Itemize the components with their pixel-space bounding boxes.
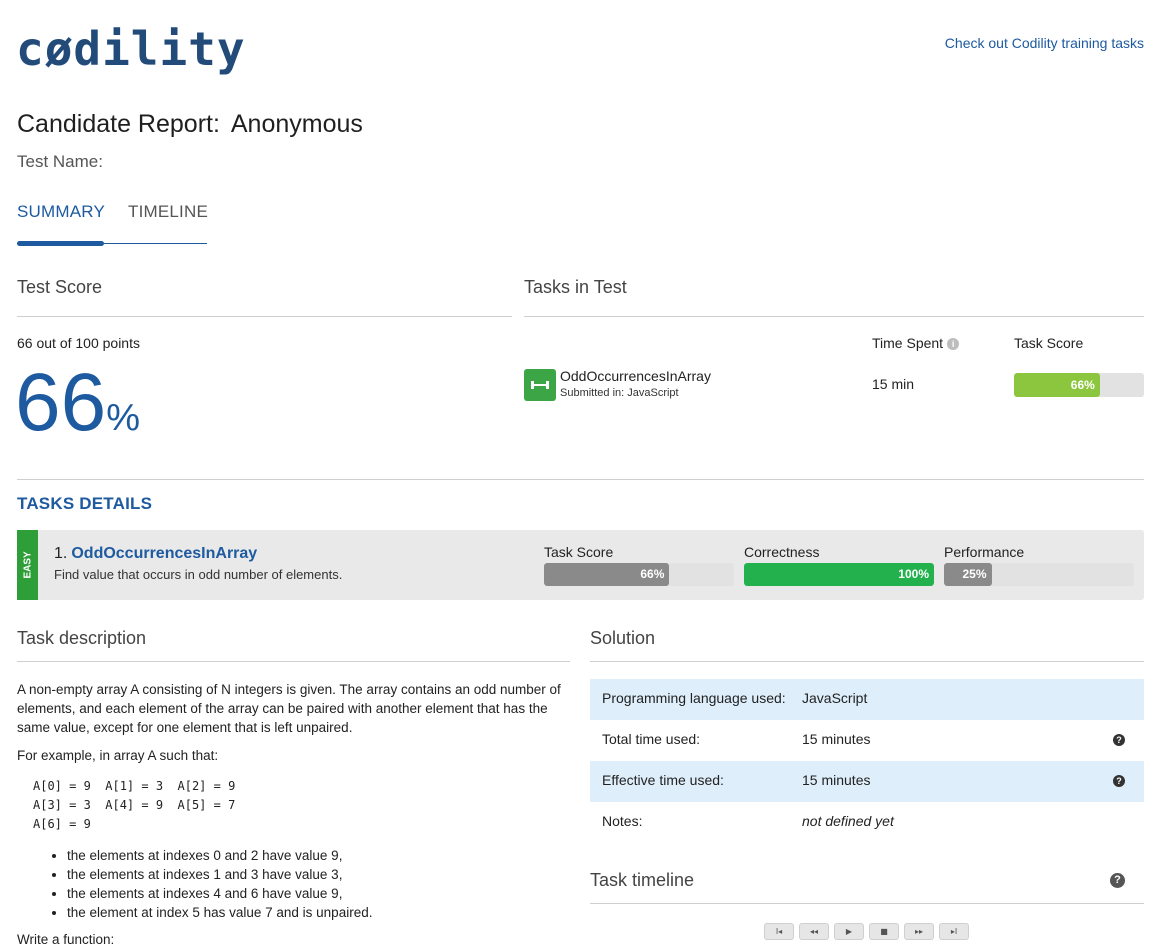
solution-heading: Solution xyxy=(590,628,656,648)
percent-sign: % xyxy=(106,397,141,439)
tasks-in-test-heading: Tasks in Test xyxy=(524,277,627,297)
row-value: 15 minutes xyxy=(802,772,871,788)
rewind-button[interactable]: ◂◂ xyxy=(799,923,829,940)
tab-summary[interactable]: SUMMARY xyxy=(17,202,105,222)
task-time-spent: 15 min xyxy=(872,376,915,392)
task-name[interactable]: OddOccurrencesInArray xyxy=(560,368,711,384)
info-icon[interactable]: i xyxy=(947,338,960,350)
task-detail-description: Find value that occurs in odd number of … xyxy=(54,567,343,582)
detail-task-score-bar: 66% xyxy=(544,563,734,586)
task-timeline-heading: Task timeline xyxy=(590,870,695,890)
list-item: the elements at indexes 1 and 3 have val… xyxy=(67,865,570,884)
correctness-bar: 100% xyxy=(744,563,934,586)
correctness-label: Correctness xyxy=(744,544,820,560)
points-text: 66 out of 100 points xyxy=(17,335,140,351)
active-tab-indicator xyxy=(17,241,104,246)
report-tabs: SUMMARY TIMELINE xyxy=(17,202,208,246)
solution-row-total-time: Total time used: 15 minutes ? xyxy=(590,720,1144,761)
list-item: the elements at indexes 4 and 6 have val… xyxy=(67,884,570,903)
score-percent: 66% xyxy=(15,358,140,463)
correctness-fill: 100% xyxy=(744,563,934,586)
performance-fill: 25% xyxy=(944,563,992,586)
divider xyxy=(17,316,512,317)
divider xyxy=(17,479,1144,480)
tab-timeline[interactable]: TIMELINE xyxy=(128,202,208,222)
task-detail-link[interactable]: OddOccurrencesInArray xyxy=(71,545,257,562)
fast-forward-button[interactable]: ▸▸ xyxy=(904,923,934,940)
row-value: JavaScript xyxy=(802,690,868,706)
row-value: not defined yet xyxy=(802,813,894,829)
description-bullet-list: the elements at indexes 0 and 2 have val… xyxy=(67,846,570,922)
first-frame-button[interactable]: I◂ xyxy=(764,923,794,940)
description-paragraph: Write a function: xyxy=(17,932,115,945)
row-key: Effective time used: xyxy=(602,772,724,788)
divider xyxy=(524,316,1144,317)
training-tasks-link[interactable]: Check out Codility training tasks xyxy=(945,35,1144,51)
divider xyxy=(17,661,570,662)
task-number: 1. xyxy=(54,545,68,562)
time-spent-header: Time Spent i xyxy=(872,335,960,351)
detail-task-score-fill: 66% xyxy=(544,563,670,586)
solution-row-notes: Notes: not defined yet xyxy=(590,802,1144,843)
tasks-details-heading: TASKS DETAILS xyxy=(17,494,153,513)
stop-button[interactable]: ■ xyxy=(869,923,899,940)
code-example: A[0] = 9 A[1] = 3 A[2] = 9 A[3] = 3 A[4]… xyxy=(33,779,236,831)
row-key: Notes: xyxy=(602,813,643,829)
task-score-label: Task Score xyxy=(544,544,614,560)
description-paragraph: For example, in array A such that: xyxy=(17,748,219,763)
candidate-name: Anonymous xyxy=(230,110,363,138)
row-key: Programming language used: xyxy=(602,690,786,706)
help-icon[interactable]: ? xyxy=(1113,775,1125,787)
task-score-header: Task Score xyxy=(1014,335,1084,351)
task-detail-card: EASY 1. OddOccurrencesInArray Find value … xyxy=(17,530,1144,600)
list-item: the element at index 5 has value 7 and i… xyxy=(67,903,570,922)
solution-row-effective-time: Effective time used: 15 minutes ? xyxy=(590,761,1144,802)
list-item: the elements at indexes 0 and 2 have val… xyxy=(67,846,570,865)
page-title: Candidate Report: Anonymous xyxy=(17,110,363,139)
description-paragraph: A non-empty array A consisting of N inte… xyxy=(17,682,561,735)
task-score-bar: 66% xyxy=(1014,373,1144,397)
test-name-label: Test Name: xyxy=(17,152,103,171)
codility-logo[interactable]: cødility xyxy=(16,22,246,76)
task-description-heading: Task description xyxy=(17,628,147,648)
task-submitted-language: Submitted in: JavaScript xyxy=(560,387,679,399)
dumbbell-icon xyxy=(524,369,556,401)
divider xyxy=(590,661,1144,662)
solution-row-language: Programming language used: JavaScript xyxy=(590,679,1144,720)
row-value: 15 minutes xyxy=(802,731,871,747)
task-score-fill: 66% xyxy=(1014,373,1100,397)
row-key: Total time used: xyxy=(602,731,701,747)
title-prefix: Candidate Report: xyxy=(17,110,220,138)
help-icon[interactable]: ? xyxy=(1113,734,1125,746)
performance-bar: 25% xyxy=(944,563,1134,586)
play-button[interactable]: ▶ xyxy=(834,923,864,940)
last-frame-button[interactable]: ▸I xyxy=(939,923,969,940)
divider xyxy=(590,903,1144,904)
task-description-body: A non-empty array A consisting of N inte… xyxy=(17,680,570,945)
difficulty-label: EASY xyxy=(22,551,34,579)
help-icon[interactable]: ? xyxy=(1110,873,1125,888)
difficulty-badge: EASY xyxy=(17,530,38,600)
task-detail-title: 1. OddOccurrencesInArray xyxy=(54,545,257,563)
score-percent-value: 66 xyxy=(15,357,107,448)
time-spent-label: Time Spent xyxy=(872,335,944,351)
performance-label: Performance xyxy=(944,544,1025,560)
test-score-heading: Test Score xyxy=(17,277,103,297)
